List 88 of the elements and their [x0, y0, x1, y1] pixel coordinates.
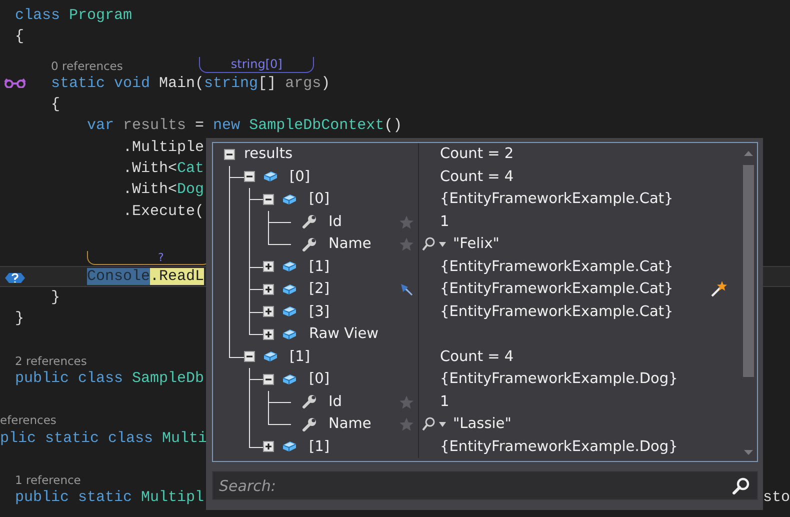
expander-toggle[interactable] [244, 351, 254, 362]
variable-value: 1 [440, 394, 450, 410]
code-line: Console.ReadL [87, 266, 204, 287]
magnifier-icon[interactable] [422, 417, 435, 432]
variable-name[interactable]: [1] [309, 438, 330, 455]
wrench-icon [302, 394, 316, 410]
pin-icon[interactable] [399, 282, 414, 297]
expander-toggle[interactable] [263, 374, 274, 385]
variable-value: {EntityFrameworkExample.Cat} [440, 304, 674, 320]
wrench-icon [302, 416, 316, 432]
star-icon[interactable] [399, 394, 414, 410]
magnifier-icon[interactable] [422, 237, 435, 252]
code-line: .With<Cat [123, 158, 204, 179]
glasses-icon[interactable] [4, 78, 26, 88]
reference-count[interactable]: 2 references [15, 354, 87, 368]
variable-name[interactable]: Id [328, 214, 342, 230]
search-field[interactable]: Search: [212, 471, 758, 500]
variable-name[interactable]: Name [328, 416, 372, 432]
inline-hint: string[0] [198, 56, 314, 73]
code-line: plic static class Multi [0, 428, 208, 449]
wand-icon[interactable] [710, 280, 728, 298]
caret-icon[interactable] [439, 422, 446, 427]
variable-value: 1 [440, 214, 450, 230]
variable-name[interactable]: [3] [309, 304, 330, 320]
expander-toggle[interactable] [263, 194, 274, 205]
code-line: { [15, 27, 24, 48]
wrench-icon [302, 214, 316, 230]
search-icon[interactable] [732, 477, 750, 495]
expander-toggle[interactable] [244, 171, 254, 182]
variable-value: Count = 4 [440, 348, 514, 365]
variable-value: {EntityFrameworkExample.Dog} [440, 438, 678, 455]
cube-icon [282, 372, 297, 386]
variable-name[interactable]: [0] [290, 168, 310, 185]
expander-toggle[interactable] [263, 328, 274, 340]
code-line: } [15, 309, 24, 330]
code-line: .Execute( [123, 202, 204, 222]
variable-name[interactable]: [2] [309, 281, 330, 298]
expander-toggle[interactable] [263, 306, 274, 318]
variable-name[interactable]: [1] [290, 348, 310, 365]
caret-icon[interactable] [439, 242, 446, 247]
star-icon[interactable] [399, 237, 414, 252]
code-line: class Program [15, 6, 132, 26]
reference-count[interactable]: eferences [0, 413, 56, 428]
cube-icon [282, 305, 297, 318]
code-line: .With<Dog [123, 180, 204, 200]
wrench-icon [302, 236, 316, 252]
cube-icon [262, 350, 278, 364]
expander-toggle[interactable] [263, 441, 274, 452]
variable-name[interactable]: Raw View [309, 326, 379, 342]
code-fragment: sto [762, 489, 790, 506]
variable-name[interactable]: results [244, 146, 293, 162]
cube-icon [262, 170, 278, 184]
variable-value: "Lassie" [453, 416, 512, 432]
code-line: .Multiple [123, 138, 204, 158]
expander-toggle[interactable] [263, 284, 274, 295]
code-line: static void Main(string[] args) [51, 74, 330, 94]
variable-value: "Felix" [453, 236, 500, 252]
variable-value: {EntityFrameworkExample.Dog} [440, 371, 678, 388]
variable-value: Count = 4 [440, 168, 514, 185]
expander-toggle[interactable] [263, 261, 274, 272]
variable-value: {EntityFrameworkExample.Cat} [440, 281, 674, 298]
cube-icon [282, 260, 297, 274]
variable-name[interactable]: [0] [309, 371, 330, 388]
star-icon[interactable] [399, 214, 414, 230]
code-line: var results = new SampleDbContext() [87, 116, 402, 136]
code-line: { [51, 95, 60, 116]
variable-value: {EntityFrameworkExample.Cat} [440, 258, 674, 275]
code-line: } [51, 288, 60, 308]
reference-count[interactable]: 0 references [51, 58, 123, 73]
cube-icon [282, 192, 297, 206]
variable-name[interactable]: Id [328, 394, 342, 410]
expander-toggle[interactable] [224, 148, 235, 160]
variable-value: Count = 2 [440, 146, 514, 162]
variable-name[interactable]: [0] [309, 191, 330, 208]
code-line: public static Multipl [15, 488, 204, 508]
cube-icon [282, 440, 297, 454]
variable-name[interactable]: [1] [309, 258, 330, 275]
reference-count[interactable]: 1 reference [15, 473, 81, 488]
scroll-down-arrow[interactable] [744, 450, 753, 455]
cube-icon [282, 328, 297, 341]
scrollbar-thumb[interactable] [743, 165, 754, 377]
question-icon[interactable] [4, 270, 26, 285]
cube-icon [282, 282, 297, 296]
variable-name[interactable]: Name [328, 236, 372, 252]
variable-value: {EntityFrameworkExample.Cat} [440, 191, 674, 208]
code-line: public class SampleDb [15, 369, 204, 389]
scroll-up-arrow[interactable] [744, 151, 753, 156]
star-icon[interactable] [399, 417, 414, 432]
